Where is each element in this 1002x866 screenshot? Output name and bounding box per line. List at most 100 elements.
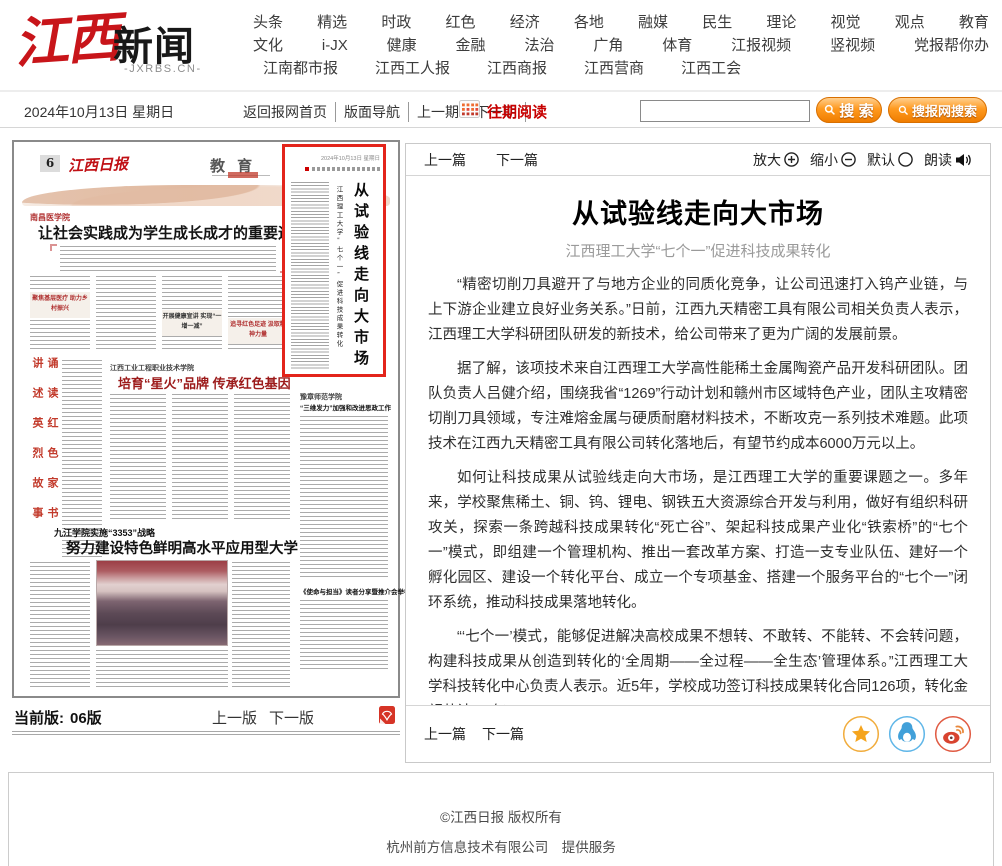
- zoom-in-button[interactable]: 放大: [753, 150, 799, 170]
- nav-item[interactable]: 时政: [381, 11, 411, 34]
- nav-item[interactable]: 经济: [510, 11, 540, 34]
- next-article-link[interactable]: 下一篇: [482, 724, 524, 744]
- nav-item[interactable]: 江西商报: [487, 57, 547, 80]
- article-headline[interactable]: 让社会实践成为学生成长成才的重要途径: [38, 222, 308, 243]
- nav-item[interactable]: 江西工人报: [375, 57, 450, 80]
- divider: [12, 731, 400, 735]
- circle-minus-icon: [841, 152, 856, 167]
- article-toolbar: 上一篇 下一篇 放大 缩小 默认 朗读: [406, 144, 990, 176]
- next-page-link[interactable]: 下一版: [269, 707, 314, 728]
- nav-item[interactable]: 文化: [253, 34, 283, 57]
- share-buttons: [842, 715, 972, 753]
- nav-item[interactable]: 体育: [662, 34, 692, 57]
- nav-item[interactable]: i-JX: [322, 34, 348, 57]
- nav-item[interactable]: 党报帮你办: [914, 34, 989, 57]
- read-aloud-label: 朗读: [924, 150, 952, 170]
- nav-row-3: 江南都市报 江西工人报 江西商报 江西营商 江西工会: [253, 57, 989, 80]
- article-kicker: 豫章师范学院: [300, 392, 342, 402]
- default-size-button[interactable]: 默认: [867, 150, 913, 170]
- circle-plus-icon: [784, 152, 799, 167]
- copyright-line: ©江西日报 版权所有: [9, 806, 993, 826]
- site-footer: ©江西日报 版权所有 杭州前方信息技术有限公司 提供服务: [8, 772, 994, 866]
- nav-item[interactable]: 观点: [895, 11, 925, 34]
- previous-page-link[interactable]: 上一版: [212, 707, 257, 728]
- paper-masthead: 江西日报: [68, 153, 129, 176]
- site-search-button-label: 搜报网搜索: [912, 101, 977, 120]
- search-icon: [898, 105, 909, 116]
- page-nav: 上一版 下一版: [212, 707, 314, 728]
- next-article-link[interactable]: 下一篇: [496, 150, 538, 170]
- search-button[interactable]: 搜 索: [816, 97, 882, 123]
- quote-mark: [50, 244, 57, 251]
- nav-item[interactable]: 民生: [702, 11, 732, 34]
- default-size-label: 默认: [867, 150, 895, 170]
- nav-item[interactable]: 精选: [317, 11, 347, 34]
- nav-item[interactable]: 红色: [446, 11, 476, 34]
- nav-item[interactable]: 江南都市报: [263, 57, 338, 80]
- text-placeholder: [232, 562, 290, 690]
- share-qq-icon[interactable]: [888, 715, 926, 753]
- link-page-navigation[interactable]: 版面导航: [336, 102, 409, 122]
- zoom-in-label: 放大: [753, 150, 781, 170]
- article-paragraph: 如何让科技成果从试验线走向大市场，是江西理工大学的重要课题之一。多年来，学校聚焦…: [428, 466, 968, 616]
- newspaper-page-preview[interactable]: 6 江西日报 教 育 南昌医学院 让社会实践成为学生成长成才的重要途径 聚焦基层…: [12, 140, 400, 698]
- previous-article-link[interactable]: 上一篇: [424, 724, 466, 744]
- highlighted-article-title[interactable]: 从试验线走向大市场: [347, 182, 371, 374]
- article-headline[interactable]: 《使命与担当》读者分享暨推介会举行: [300, 586, 390, 596]
- article-headline[interactable]: “三维发力”加强和改进思政工作: [300, 402, 390, 412]
- paper-date-line: 2024年10月13日 星期日: [294, 154, 380, 162]
- current-page-label: 当前版:: [14, 710, 64, 727]
- nav-item[interactable]: 江西营商: [584, 57, 644, 80]
- nav-item[interactable]: 教育: [959, 11, 989, 34]
- archive-reading-link[interactable]: 往期阅读: [487, 101, 547, 122]
- article-panel: 上一篇 下一篇 放大 缩小 默认 朗读: [405, 143, 991, 763]
- article-body: “精密切削刀具避开了与地方企业的同质化竞争，让公司迅速打入钨产业链，与上下游企业…: [428, 273, 968, 711]
- zoom-out-button[interactable]: 缩小: [810, 150, 856, 170]
- site-logo[interactable]: 江西 新闻 -JXRBS.CN-: [14, 4, 229, 82]
- previous-article-link[interactable]: 上一篇: [424, 150, 466, 170]
- search-icon: [824, 104, 836, 116]
- search-button-label: 搜 索: [839, 100, 873, 121]
- nav-item[interactable]: 健康: [387, 34, 417, 57]
- text-placeholder: [312, 167, 380, 171]
- nav-item[interactable]: 各地: [574, 11, 604, 34]
- logo-red-text: 江西: [11, 0, 120, 79]
- article-paragraph: 据了解，该项技术来自江西理工大学高性能稀土金属陶瓷产品开发科研团队。团队负责人吕…: [428, 357, 968, 457]
- nav-item[interactable]: 融媒: [638, 11, 668, 34]
- nav-item[interactable]: 视觉: [831, 11, 861, 34]
- nav-item[interactable]: 金融: [456, 34, 486, 57]
- nav-item[interactable]: 理论: [766, 11, 796, 34]
- paper-page-number: 6: [40, 155, 60, 172]
- nav-item[interactable]: 头条: [253, 11, 283, 34]
- read-aloud-button[interactable]: 朗读: [924, 150, 972, 170]
- nav-item[interactable]: 江报视频: [731, 34, 791, 57]
- zoom-out-label: 缩小: [810, 150, 838, 170]
- speaker-icon: [955, 153, 972, 167]
- sub-headline-box: 聚焦基层医疗 助力乡村振兴: [30, 292, 90, 318]
- share-weibo-icon[interactable]: [934, 715, 972, 753]
- nav-item[interactable]: 法治: [524, 34, 554, 57]
- share-qzone-icon[interactable]: [842, 715, 880, 753]
- article-headline[interactable]: 努力建设特色鲜明高水平应用型大学: [66, 537, 298, 558]
- pdf-icon[interactable]: [378, 705, 396, 725]
- current-page-value: 06版: [70, 710, 102, 727]
- text-placeholder: [30, 562, 90, 690]
- current-date: 2024年10月13日 星期日: [24, 102, 174, 122]
- logo-domain: -JXRBS.CN-: [124, 63, 202, 75]
- calendar-icon[interactable]: [459, 100, 480, 118]
- highlighted-article-subtitle: 江西理工大学“七个一”促进科技成果转化: [331, 186, 343, 372]
- nav-item[interactable]: 江西工会: [681, 57, 741, 80]
- article-footer-bar: 上一篇 下一篇: [406, 706, 990, 762]
- site-search-button[interactable]: 搜报网搜索: [888, 97, 987, 123]
- article-headline[interactable]: 培育“星火”品牌 传承红色基因: [118, 373, 291, 392]
- service-provider-line: 杭州前方信息技术有限公司 提供服务: [9, 836, 993, 856]
- text-tools: 放大 缩小 默认 朗读: [742, 150, 972, 170]
- article-title: 从试验线走向大市场: [406, 192, 990, 231]
- nav-item[interactable]: 广角: [593, 34, 623, 57]
- search-input[interactable]: [640, 100, 810, 122]
- nav-item[interactable]: 竖视频: [830, 34, 875, 57]
- link-report-home[interactable]: 返回报网首页: [243, 102, 336, 122]
- article-subtitle: 江西理工大学“七个一”促进科技成果转化: [406, 240, 990, 261]
- current-page-indicator: 当前版: 06版: [14, 707, 108, 728]
- nav-row-2: 文化 i-JX 健康 金融 法治 广角 体育 江报视频 竖视频 党报帮你办: [253, 34, 989, 57]
